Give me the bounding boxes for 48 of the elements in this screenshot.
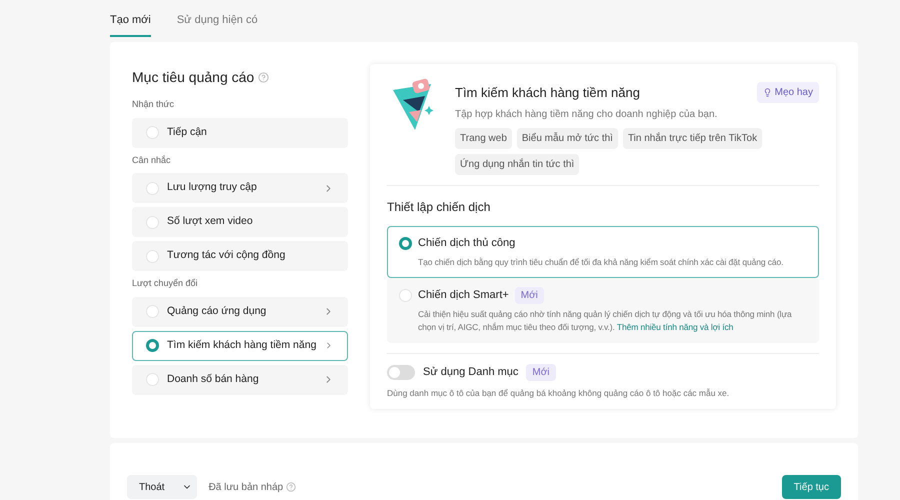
option-label: Doanh số bán hàng [167, 372, 260, 387]
tag: Biểu mẫu mở tức thì [516, 128, 618, 149]
option-title: Chiến dịch Smart+ [418, 288, 509, 303]
section-title: Thiết lập chiến dịch [387, 199, 492, 216]
radio-button[interactable] [146, 339, 159, 352]
option-description: Cải thiện hiệu suất quảng cáo nhờ tính năng quản lý chiến dịch tự động và tối ưu hóa thông minh (lựa chọn vị trí, AIGC, nhắm mục tiêu theo đối tượng, v.v.). Thêm nhiều tính năng và lợi ích [417, 308, 793, 334]
group-label: Cân nhắc [132, 154, 172, 166]
option-label: Lưu lượng truy cập [167, 180, 258, 196]
objective-option[interactable]: Doanh số bán hàng [132, 364, 348, 394]
option-label: Tìm kiếm khách hàng tiềm năng [167, 338, 316, 353]
section-title: Mục tiêu quảng cáo [132, 68, 254, 87]
option-label: Số lượt xem video [167, 214, 254, 230]
tag: Tin nhắn trực tiếp trên TikTok [622, 128, 762, 149]
objective-option[interactable]: Tìm kiếm khách hàng tiềm năng [132, 330, 348, 360]
objective-title: Tìm kiếm khách hàng tiềm năng [455, 84, 640, 102]
benefits-link[interactable]: Thêm nhiều tính năng và lợi ích [616, 322, 734, 332]
help-icon[interactable] [286, 482, 296, 492]
option-label: Tương tác với cộng đồng [167, 248, 286, 264]
tag: Ứng dụng nhắn tin tức thì [455, 154, 580, 175]
group-label: Lượt chuyển đổi [132, 277, 198, 290]
objective-option[interactable]: Số lượt xem video [132, 207, 348, 237]
option-label: Tiếp cận [167, 124, 208, 140]
catalog-toggle[interactable] [387, 364, 415, 380]
campaign-option[interactable]: Chiến dịch thủ công Tạo chiến dịch bằng quy trình tiêu chuẩn để tối đa khả năng kiểm soát chính xác cài đặt quảng cáo. [387, 226, 819, 278]
toggle-label: Sử dụng Danh mục [423, 364, 518, 380]
objective-option[interactable]: Lưu lượng truy cập [132, 173, 348, 203]
new-badge: Mới [526, 364, 556, 380]
exit-split-button[interactable]: Thoát [127, 475, 197, 499]
help-icon[interactable] [258, 72, 270, 83]
option-label: Quảng cáo ứng dụng [167, 304, 268, 319]
option-title: Chiến dịch thủ công [418, 236, 516, 251]
option-description: Tạo chiến dịch bằng quy trình tiêu chuẩn để tối đa khả năng kiểm soát chính xác cài đặt quảng cáo. [417, 256, 784, 268]
tab[interactable]: Tạo mới [110, 12, 151, 37]
radio-button[interactable] [399, 236, 412, 250]
campaign-option[interactable] [387, 278, 819, 342]
group-label: Nhận thức [132, 98, 176, 111]
objective-option[interactable]: Tiếp cận [132, 118, 348, 148]
tab[interactable]: Sử dụng hiện có [176, 12, 258, 37]
lightbulb-icon [762, 88, 772, 97]
tips-button[interactable]: Mẹo hay [756, 82, 819, 103]
tag: Trang web [455, 128, 512, 149]
objective-description: Tập hợp khách hàng tiềm năng cho doanh nghiệp của bạn. [455, 108, 718, 122]
objective-option[interactable]: Quảng cáo ứng dụng [132, 296, 348, 326]
new-badge: Mới [514, 286, 544, 304]
objective-option[interactable]: Tương tác với cộng đồng [132, 241, 348, 271]
catalog-description: Dùng danh mục ô tô của bạn để quảng bá khoảng không quảng cáo ô tô hoặc các mẫu xe. [387, 386, 730, 400]
draft-status: Đã lưu bản nháp [208, 480, 284, 494]
exit-button[interactable]: Thoát [127, 480, 177, 494]
